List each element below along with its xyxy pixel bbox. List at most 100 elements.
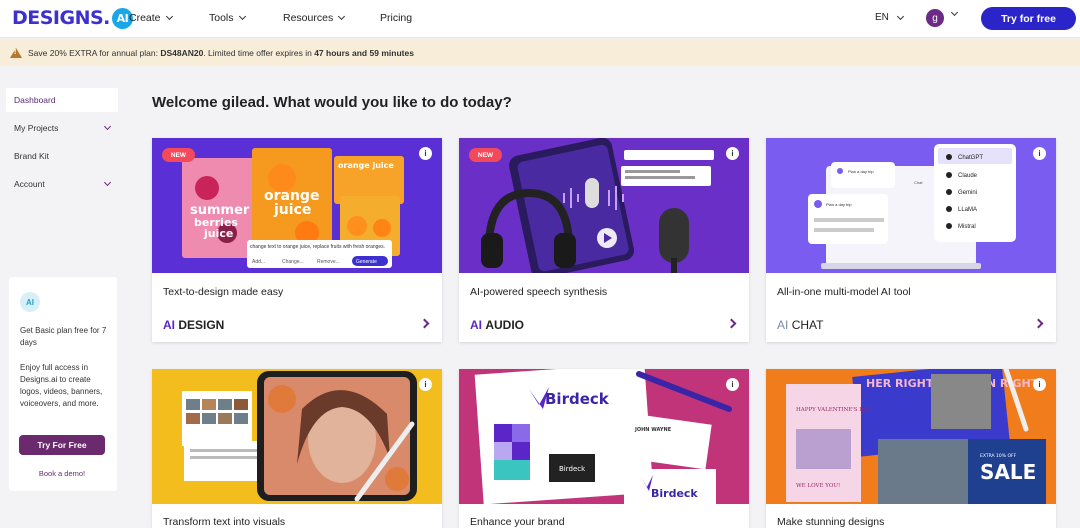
valentine-title: HAPPY VALENTINE'S DAY xyxy=(796,407,871,413)
card-title-ai: AI xyxy=(777,318,789,332)
ai-design-illustration: summer berries juice orange juice orange… xyxy=(182,148,404,268)
basic-plan-promo-card: AI Get Basic plan free for 7 days Enjoy … xyxy=(9,277,117,491)
info-icon[interactable]: i xyxy=(1033,147,1046,160)
card-title-text: DESIGN xyxy=(178,318,225,332)
card-title-text: CHAT xyxy=(791,318,824,332)
chevron-down-icon xyxy=(103,122,112,131)
card-title-text: AUDIO xyxy=(485,318,525,332)
account-chevron-down-icon[interactable] xyxy=(950,8,959,17)
card-text-to-visuals[interactable]: i Transform text into visuals xyxy=(152,369,442,528)
new-badge: NEW xyxy=(162,148,195,162)
language-selector[interactable]: EN xyxy=(875,12,904,23)
model-mistral: Mistral xyxy=(958,224,976,230)
brand-name: Birdeck xyxy=(545,390,610,408)
card-description: AI-powered speech synthesis xyxy=(470,286,608,298)
enhance-brand-illustration: Birdeck Birdeck JOHN WAYNE Birdeck xyxy=(474,369,732,504)
design-generate-button: Generate xyxy=(356,259,377,265)
sidebar-item-brand-kit[interactable]: Brand Kit xyxy=(6,144,118,168)
nav-create-label: Create xyxy=(129,12,161,24)
sale-top-label: EXTRA 10% OFF xyxy=(980,453,1017,459)
card-title: AI DESIGN xyxy=(163,318,224,332)
sidebar-item-label: My Projects xyxy=(14,123,59,133)
ai-audio-illustration xyxy=(481,138,714,273)
chevron-down-icon xyxy=(103,178,112,187)
sidebar-item-label: Account xyxy=(14,179,45,189)
sale-text: SALE xyxy=(980,460,1036,484)
promo-hours: 47 hours xyxy=(314,47,350,58)
model-chatgpt: ChatGPT xyxy=(958,155,983,161)
nav-pricing[interactable]: Pricing xyxy=(380,12,412,24)
chevron-down-icon xyxy=(165,12,173,21)
design-chip-remove: Remove... xyxy=(317,259,340,265)
nav-resources[interactable]: Resources xyxy=(283,12,346,24)
info-icon[interactable]: i xyxy=(726,378,739,391)
card-description: Text-to-design made easy xyxy=(163,286,284,298)
model-llama: LLaMA xyxy=(958,207,977,213)
chevron-down-icon xyxy=(896,12,904,20)
text-to-visuals-preview-image xyxy=(152,369,442,504)
promo-code: DS48AN20 xyxy=(160,47,204,58)
stunning-designs-preview-image: HER RIGHTS, HUMAN RIGHTS HAPPY VALENTINE… xyxy=(766,369,1056,504)
sidebar-item-my-projects[interactable]: My Projects xyxy=(6,116,118,140)
chevron-right-icon xyxy=(726,318,737,329)
ai-chat-illustration: Plan a day trip Plan a day trip Chat Cha… xyxy=(808,144,1016,269)
info-icon[interactable]: i xyxy=(419,378,432,391)
card-description: Transform text into visuals xyxy=(163,516,286,528)
valentine-love: WE LOVE YOU! xyxy=(796,483,840,489)
promo-card-title: Get Basic plan free for 7 days xyxy=(20,326,107,347)
ai-design-preview-image: summer berries juice orange juice orange… xyxy=(152,138,442,273)
try-for-free-button[interactable]: Try for free xyxy=(981,7,1076,30)
card-ai-design[interactable]: summer berries juice orange juice orange… xyxy=(152,138,442,342)
page-title: Welcome gilead. What would you like to d… xyxy=(152,94,512,111)
info-icon[interactable]: i xyxy=(1033,378,1046,391)
card-title: AI AUDIO xyxy=(470,318,524,332)
card-description: Enhance your brand xyxy=(470,516,565,528)
card-title: AI CHAT xyxy=(777,318,823,332)
design-word-juice: juice xyxy=(203,227,233,240)
card-ai-audio[interactable]: NEW i AI-powered speech synthesis AI AUD… xyxy=(459,138,749,342)
nav-create[interactable]: Create xyxy=(129,12,173,24)
sidebar: Dashboard My Projects Brand Kit Account … xyxy=(0,67,125,528)
sidebar-item-label: Brand Kit xyxy=(14,151,49,161)
warning-icon xyxy=(10,47,22,58)
ai-chat-preview-image: Plan a day trip Plan a day trip Chat Cha… xyxy=(766,138,1056,273)
card-stunning-designs[interactable]: HER RIGHTS, HUMAN RIGHTS HAPPY VALENTINE… xyxy=(766,369,1056,528)
designs-ai-logo[interactable]: DESIGNS. AI xyxy=(12,7,133,29)
language-label: EN xyxy=(875,12,889,23)
ai-audio-preview-image xyxy=(459,138,749,273)
top-navbar: DESIGNS. AI Create Tools Resources Prici… xyxy=(0,0,1080,38)
model-claude: Claude xyxy=(958,173,978,179)
design-word-orange-juice: orange juice xyxy=(338,161,394,170)
sidebar-item-label: Dashboard xyxy=(14,95,56,105)
promo-text-before: Save 20% EXTRA for annual plan: xyxy=(28,47,158,58)
chevron-right-icon xyxy=(419,318,430,329)
card-title-ai: AI xyxy=(470,318,482,332)
promo-banner: Save 20% EXTRA for annual plan: DS48AN20… xyxy=(0,39,1080,66)
enhance-brand-preview-image: Birdeck Birdeck JOHN WAYNE Birdeck xyxy=(459,369,749,504)
logo-text: DESIGNS. xyxy=(12,7,110,29)
design-chip-change: Change... xyxy=(282,259,304,265)
book-demo-link[interactable]: Book a demo! xyxy=(9,469,115,478)
promo-text-mid: . Limited time offer expires in xyxy=(203,47,312,58)
chat-label: Chat xyxy=(914,180,923,185)
try-for-free-sidebar-button[interactable]: Try For Free xyxy=(19,435,105,455)
design-word-juice-2: juice xyxy=(273,202,311,218)
design-chip-add: Add... xyxy=(252,259,265,265)
avatar[interactable]: g xyxy=(926,9,944,27)
card-enhance-brand[interactable]: Birdeck Birdeck JOHN WAYNE Birdeck i Enh… xyxy=(459,369,749,528)
ai-logo-icon: AI xyxy=(20,292,40,312)
nav-tools-label: Tools xyxy=(209,12,234,24)
chat-bubble-2: Plan a day trip xyxy=(826,202,852,207)
brand-person-name: JOHN WAYNE xyxy=(634,427,672,433)
card-ai-chat[interactable]: Plan a day trip Plan a day trip Chat Cha… xyxy=(766,138,1056,342)
brand-name-card: Birdeck xyxy=(651,487,698,500)
info-icon[interactable]: i xyxy=(419,147,432,160)
card-title-ai: AI xyxy=(163,318,175,332)
chevron-down-icon xyxy=(238,12,246,21)
nav-tools[interactable]: Tools xyxy=(209,12,246,24)
stunning-designs-illustration: HER RIGHTS, HUMAN RIGHTS HAPPY VALENTINE… xyxy=(786,369,1046,504)
info-icon[interactable]: i xyxy=(726,147,739,160)
sidebar-item-account[interactable]: Account xyxy=(6,172,118,196)
sidebar-item-dashboard[interactable]: Dashboard xyxy=(6,88,118,112)
brand-name-dark-card: Birdeck xyxy=(559,465,586,473)
